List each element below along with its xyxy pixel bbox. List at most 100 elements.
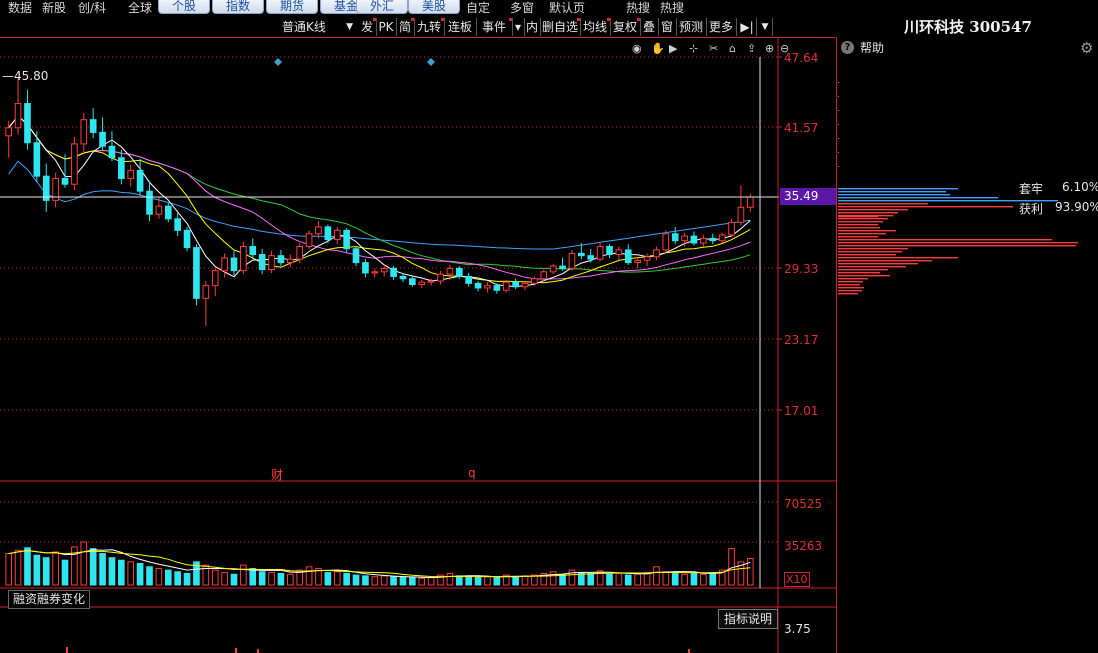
candle-down [108, 145, 116, 159]
toolbar-button-10[interactable]: 复权 [610, 18, 641, 36]
volume-bar-up [211, 569, 219, 586]
chip-bar [838, 251, 902, 253]
margin-trading-tab[interactable]: 融资融券变化 [8, 590, 91, 609]
candle-down [578, 252, 585, 257]
chip-bar [838, 284, 860, 286]
toolbar-button-13[interactable]: 预测 [676, 18, 707, 36]
upload-icon[interactable]: ⇪ [747, 42, 756, 55]
candle-down [362, 262, 369, 274]
volume-bar-up [484, 576, 491, 586]
chip-bar [838, 233, 886, 235]
chip-bar [838, 275, 890, 277]
candle-down [493, 285, 501, 291]
candle-down [118, 157, 125, 179]
candle-up [418, 281, 426, 285]
toolbar-button-1[interactable]: PK [376, 18, 397, 36]
candle-down [99, 131, 106, 147]
volume-bar-up [371, 576, 379, 586]
candle-up [211, 270, 219, 287]
chip-bar [838, 260, 932, 262]
volume-bar-up [287, 573, 294, 586]
zoom-in-icon[interactable]: ⊕ [765, 42, 774, 55]
candle-up [5, 127, 13, 137]
volume-bar-down [174, 571, 181, 586]
candle-up [305, 233, 313, 247]
candle-up [568, 252, 576, 269]
chip-bar [838, 197, 998, 199]
volume-bar-down [164, 569, 172, 586]
toolbar-button-0[interactable]: 发 [358, 18, 377, 36]
scissors-icon[interactable]: ✂ [709, 42, 718, 55]
candle-up [502, 281, 510, 291]
financial-event-marker[interactable]: 财 [271, 466, 283, 483]
chip-bar [838, 245, 1076, 247]
chip-bar [838, 290, 862, 292]
candle-down [174, 218, 181, 231]
volume-bar-up [268, 572, 275, 586]
chip-dot [838, 110, 839, 111]
volume-bar-up [127, 561, 135, 586]
candle-down [258, 254, 266, 271]
toolbar-button-7[interactable]: 内 [524, 18, 541, 36]
candle-down [324, 226, 332, 241]
volume-bar-up [418, 577, 426, 586]
toolbar-button-4[interactable]: 连板 [444, 18, 477, 36]
toolbar-button-12[interactable]: 窗 [658, 18, 677, 36]
candle-up [540, 271, 548, 280]
candle-up [240, 245, 247, 272]
candle-down [587, 255, 595, 260]
volume-bar-up [662, 571, 670, 586]
volume-bar-up [681, 573, 688, 586]
volume-bar-down [343, 572, 350, 586]
chip-bar [838, 194, 950, 196]
price-tick: 29.33 [784, 262, 819, 276]
chip-bar [838, 212, 898, 214]
candle-up [615, 249, 623, 256]
chip-bar [838, 278, 868, 280]
price-tick: 23.17 [784, 333, 819, 347]
toolbar-button-8[interactable]: 删自选 [540, 18, 581, 36]
q-event-marker[interactable]: q [468, 466, 476, 480]
chip-dot [838, 96, 839, 97]
toolbar-button-5[interactable]: 事件 [476, 18, 513, 36]
candle-up [287, 258, 294, 264]
candle-down [230, 257, 238, 272]
play-icon[interactable]: ▶ [669, 42, 678, 55]
kline-chart[interactable]: ◉ ✋ ▶ ⊹ ✂ ⌂ ⇪ ⊕ ⊖ [0, 0, 1098, 653]
hand-icon[interactable]: ✋ [651, 42, 665, 55]
chip-bar [838, 248, 908, 250]
lock-icon[interactable]: ⌂ [729, 42, 736, 55]
toolbar-button-3[interactable]: 九转 [414, 18, 445, 36]
chevron-down-icon[interactable]: ▼ [758, 18, 773, 36]
volume-bar-up [14, 549, 22, 586]
crosshair-icon[interactable]: ⊹ [689, 42, 698, 55]
eye-icon[interactable]: ◉ [632, 42, 642, 55]
chip-bar [838, 266, 906, 268]
toolbar-button-11[interactable]: 叠 [640, 18, 659, 36]
toolbar-button-2[interactable]: 简 [396, 18, 415, 36]
expand-panel-icon[interactable]: ▶| [738, 18, 757, 36]
candle-up [728, 221, 735, 236]
candle-down [249, 245, 257, 256]
indicator-help-button[interactable]: 指标说明 [718, 609, 779, 629]
candle-up [333, 229, 341, 241]
volume-bar-down [108, 557, 116, 586]
volume-bar-up [446, 572, 454, 586]
volume-bar-up [521, 575, 529, 586]
candle-up [127, 169, 135, 179]
candle-down [24, 103, 31, 144]
volume-bar-down [606, 573, 613, 586]
volume-bar-up [380, 575, 388, 586]
chip-dot [838, 166, 839, 167]
volume-bar-down [230, 573, 238, 586]
volume-bar-down [409, 577, 416, 586]
toolbar-button-14[interactable]: 更多 [706, 18, 737, 36]
volume-bar-down [587, 572, 595, 586]
candle-down [671, 233, 679, 242]
toolbar-button-9[interactable]: 均线 [580, 18, 611, 36]
chip-bar [838, 287, 864, 289]
candle-up [718, 234, 726, 242]
volume-bar-up [5, 553, 13, 586]
volume-bar-up [305, 566, 313, 586]
candle-down [409, 278, 416, 285]
